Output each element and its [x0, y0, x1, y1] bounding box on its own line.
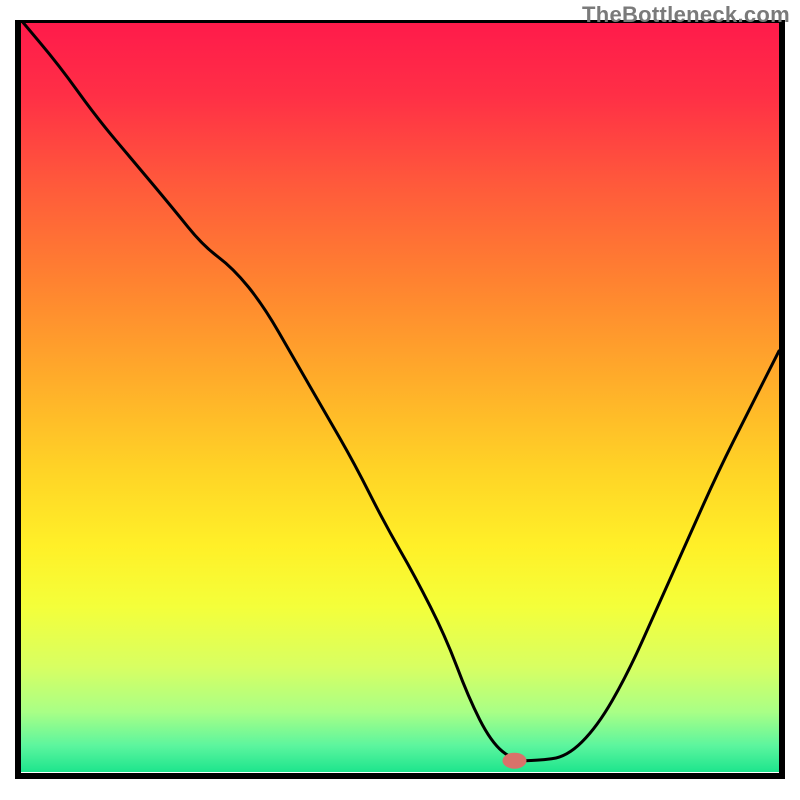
bottleneck-marker: [503, 753, 527, 769]
gradient-background: [21, 20, 779, 772]
plot-frame: [15, 20, 785, 780]
chart-container: TheBottleneck.com: [0, 0, 800, 800]
watermark-text: TheBottleneck.com: [582, 2, 790, 28]
plot-svg: [15, 20, 785, 780]
